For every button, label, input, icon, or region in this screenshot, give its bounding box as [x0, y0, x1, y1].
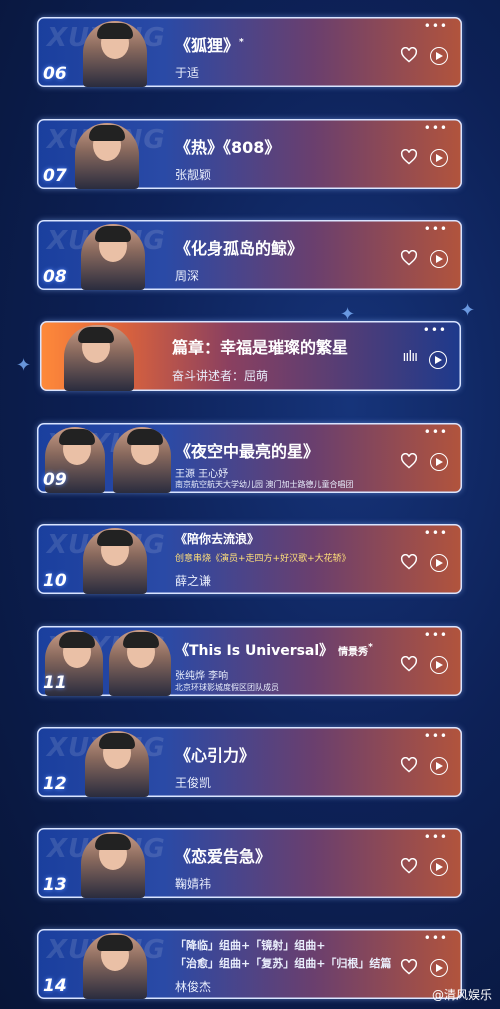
play-icon[interactable]: [430, 554, 448, 572]
song-title: 《热》《808》: [175, 138, 281, 157]
artist-name: 王源 王心妤: [175, 469, 229, 480]
program-card-08[interactable]: XUYING 08 《化身孤岛的鲸》 周深 •••: [37, 220, 462, 290]
song-title: 《化身孤岛的鲸》: [175, 239, 304, 258]
avatar: [83, 21, 147, 87]
program-card-10[interactable]: XUYING 10 《陪你去流浪》 创意串烧《演员+走四方+好汉歌+大花轿》 薛…: [37, 524, 462, 594]
performer-detail: 南京航空航天大学幼儿园 澳门加士路德儿童合唱团: [175, 480, 354, 489]
more-dots-icon[interactable]: •••: [423, 323, 447, 337]
order-number: 08: [43, 267, 67, 287]
order-number: 11: [43, 673, 67, 693]
avatar: [109, 630, 171, 696]
heart-icon[interactable]: [400, 656, 418, 672]
avatar: [85, 731, 149, 797]
more-dots-icon[interactable]: •••: [424, 931, 448, 945]
song-title: 《狐狸》*: [175, 36, 244, 55]
more-dots-icon[interactable]: •••: [424, 628, 448, 642]
chapter-title: 篇章：幸福是璀璨的繁星: [172, 338, 349, 357]
more-dots-icon[interactable]: •••: [424, 830, 448, 844]
avatar: [75, 123, 139, 189]
heart-icon[interactable]: [400, 250, 418, 266]
play-icon[interactable]: [430, 959, 448, 977]
medley-line-2: 「治愈」组曲+「复苏」组曲+「归根」结篇: [175, 957, 392, 970]
play-icon[interactable]: [430, 656, 448, 674]
more-dots-icon[interactable]: •••: [424, 121, 448, 135]
avatar: [64, 325, 134, 391]
sound-wave-icon: ıılıı: [402, 349, 418, 365]
source-watermark: @清风娱乐: [431, 988, 492, 1002]
play-icon[interactable]: [430, 250, 448, 268]
artist-name: 林俊杰: [175, 980, 212, 994]
play-icon[interactable]: [430, 149, 448, 167]
heart-icon[interactable]: [400, 149, 418, 165]
order-number: 14: [43, 976, 67, 996]
order-number: 12: [43, 774, 67, 794]
more-dots-icon[interactable]: •••: [424, 19, 448, 33]
avatar: [83, 933, 147, 999]
avatar: [81, 832, 145, 898]
artist-name: 鞠婧祎: [175, 877, 212, 891]
song-title: 《恋爱告急》: [175, 847, 272, 866]
artist-name: 于适: [175, 66, 200, 80]
more-dots-icon[interactable]: •••: [424, 222, 448, 236]
artist-name: 张纯烨 李响: [175, 671, 229, 682]
program-card-12[interactable]: XUYING 12 《心引力》 王俊凯 •••: [37, 727, 462, 797]
more-dots-icon[interactable]: •••: [424, 729, 448, 743]
song-title: 《夜空中最亮的星》: [175, 442, 320, 461]
song-title: 《心引力》: [175, 746, 256, 765]
avatar: [81, 224, 145, 290]
heart-icon[interactable]: [400, 858, 418, 874]
order-number: 06: [43, 64, 67, 84]
order-number: 10: [43, 571, 67, 591]
heart-icon[interactable]: [400, 959, 418, 975]
medley-line-1: 「降临」组曲+「镜射」组曲+: [175, 939, 326, 952]
program-card-07[interactable]: XUYING 07 《热》《808》 张靓颖 •••: [37, 119, 462, 189]
heart-icon[interactable]: [400, 757, 418, 773]
program-card-13[interactable]: XUYING 13 《恋爱告急》 鞠婧祎 •••: [37, 828, 462, 898]
program-card-06[interactable]: XUYING 06 《狐狸》* 于适 •••: [37, 17, 462, 87]
program-card-14[interactable]: XUYING 14 「降临」组曲+「镜射」组曲+ 「治愈」组曲+「复苏」组曲+「…: [37, 929, 462, 999]
program-card-11[interactable]: XUYING 11 《This Is Universal》 情景秀* 张纯烨 李…: [37, 626, 462, 696]
play-icon[interactable]: [430, 757, 448, 775]
avatar: [113, 427, 171, 493]
narrator-name: 奋斗讲述者：屈萌: [172, 369, 269, 383]
more-dots-icon[interactable]: •••: [424, 425, 448, 439]
play-icon[interactable]: [430, 858, 448, 876]
chapter-card[interactable]: 篇章：幸福是璀璨的繁星 奋斗讲述者：屈萌 ••• ıılıı: [40, 321, 461, 391]
song-title: 《This Is Universal》 情景秀*: [175, 642, 373, 659]
medley-detail: 创意串烧《演员+走四方+好汉歌+大花轿》: [175, 554, 351, 564]
order-number: 07: [43, 166, 67, 186]
artist-name: 张靓颖: [175, 168, 212, 182]
song-title: 《陪你去流浪》: [175, 532, 260, 546]
artist-name: 周深: [175, 269, 200, 283]
order-number: 13: [43, 875, 67, 895]
play-icon[interactable]: [430, 453, 448, 471]
order-number: 09: [43, 470, 67, 490]
artist-name: 王俊凯: [175, 776, 212, 790]
program-card-09[interactable]: XUYING 09 《夜空中最亮的星》 王源 王心妤 南京航空航天大学幼儿园 澳…: [37, 423, 462, 493]
play-icon[interactable]: [429, 351, 447, 369]
heart-icon[interactable]: [400, 554, 418, 570]
play-icon[interactable]: [430, 47, 448, 65]
heart-icon[interactable]: [400, 47, 418, 63]
artist-name: 薛之谦: [175, 574, 212, 588]
avatar: [83, 528, 147, 594]
heart-icon[interactable]: [400, 453, 418, 469]
performer-detail: 北京环球影城度假区团队成员: [175, 683, 279, 692]
more-dots-icon[interactable]: •••: [424, 526, 448, 540]
